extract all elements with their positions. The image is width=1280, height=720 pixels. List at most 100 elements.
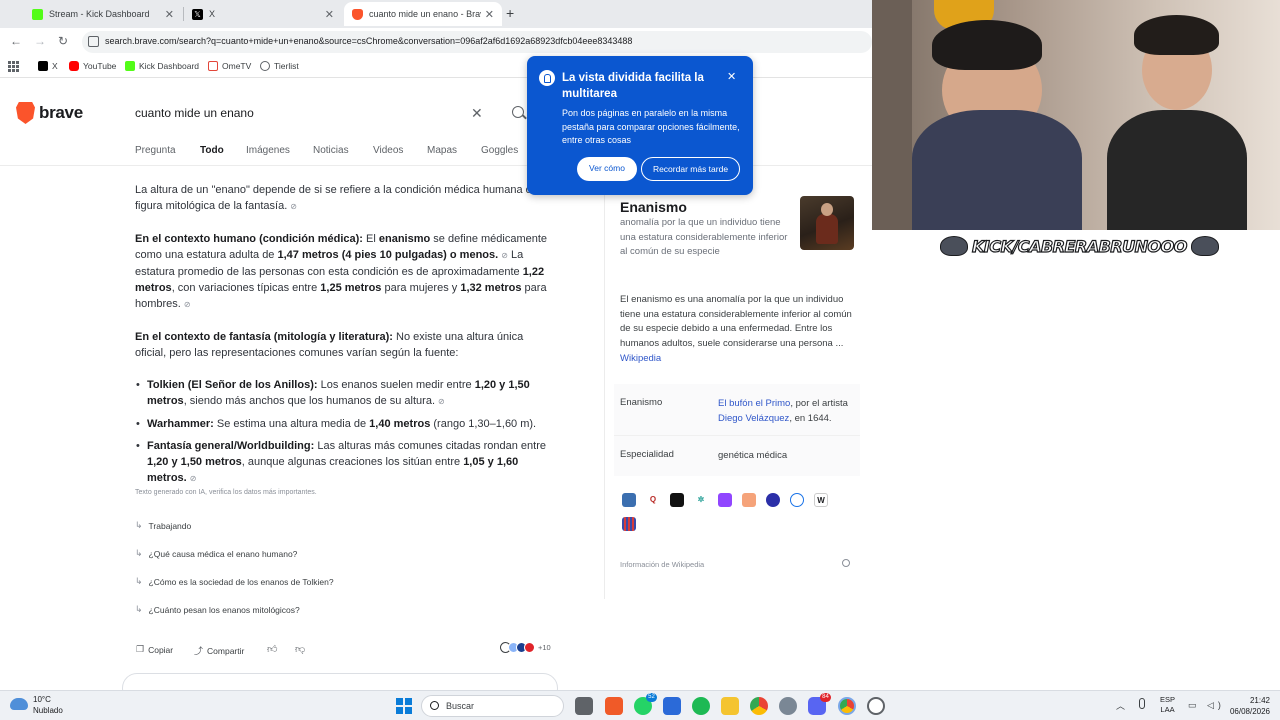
source-icon[interactable] — [622, 517, 636, 531]
task-view-icon[interactable] — [575, 697, 593, 715]
close-icon[interactable]: ✕ — [165, 8, 174, 21]
network-volume-icon[interactable]: ▭ ◁) — [1188, 700, 1225, 711]
forward-icon[interactable]: → — [34, 34, 46, 48]
close-icon[interactable]: ✕ — [727, 70, 736, 83]
source-icon[interactable] — [742, 493, 756, 507]
close-icon[interactable]: ✕ — [485, 8, 494, 21]
logo-text: brave — [39, 103, 83, 122]
ai-answer: La altura de un "enano" depende de si se… — [135, 182, 555, 493]
tab-noticias[interactable]: Noticias — [313, 145, 349, 156]
bookmark-ometv[interactable]: OmeTV — [208, 61, 251, 71]
fact-text: , en 1644. — [789, 412, 832, 424]
clock[interactable]: 21:42 06/08/2026 — [1226, 695, 1270, 717]
file-explorer-icon[interactable] — [721, 697, 739, 715]
spotify-icon[interactable] — [692, 697, 710, 715]
bookmark-youtube[interactable]: YouTube — [69, 61, 116, 71]
link-icon[interactable]: ⊘ — [184, 300, 191, 309]
link-icon[interactable]: ⊘ — [501, 251, 508, 260]
copy-label: Copiar — [148, 644, 174, 655]
remind-later-button[interactable]: Recordar más tarde — [641, 157, 740, 181]
discord-icon[interactable]: 84 — [808, 693, 831, 715]
see-how-button[interactable]: Ver cómo — [577, 157, 637, 181]
source-icon[interactable] — [670, 493, 684, 507]
store-icon[interactable] — [663, 697, 681, 715]
thumbs-up-icon[interactable]: 👍︎ — [267, 643, 277, 655]
tab-goggles[interactable]: Goggles — [481, 145, 518, 156]
apps-icon[interactable] — [8, 61, 19, 72]
tab-pregunta[interactable]: Pregunta — [135, 145, 176, 156]
cloud-icon[interactable] — [10, 698, 28, 710]
wikipedia-link[interactable]: Wikipedia — [620, 353, 661, 364]
source-icon[interactable] — [622, 493, 636, 507]
chrome-profile-icon[interactable] — [838, 697, 856, 715]
link-icon[interactable]: ⊘ — [190, 474, 197, 483]
channel-tag: KICK/CABRERABRUNOOO — [940, 236, 1219, 256]
brave-logo[interactable]: brave — [16, 102, 83, 124]
wikipedia-icon[interactable]: W — [814, 493, 828, 507]
bookmark-kick-dashboard[interactable]: Kick Dashboard — [125, 61, 199, 71]
weather-condition[interactable]: Nublado — [33, 706, 63, 715]
chrome-icon[interactable] — [750, 697, 768, 715]
tab-kick-dashboard[interactable]: Stream - Kick Dashboard ✕ — [24, 2, 182, 26]
link-icon[interactable]: ⊘ — [438, 397, 445, 406]
tab-brave-search[interactable]: cuanto mide un enano - Brave ✕ — [344, 2, 502, 26]
fact-row: Especialidad genética médica — [614, 436, 860, 476]
whatsapp-icon[interactable]: 52 — [634, 693, 657, 715]
search-icon[interactable] — [512, 106, 524, 118]
source-icon[interactable] — [766, 493, 780, 507]
bookmark-x[interactable]: X — [38, 61, 58, 71]
weather-temperature[interactable]: 10°C — [33, 695, 51, 704]
artist-link[interactable]: Diego Velázquez — [718, 413, 789, 424]
app-icon[interactable] — [605, 697, 623, 715]
return-arrow-icon: ↳ — [135, 548, 143, 558]
copy-button[interactable]: ❐ Copiar — [136, 644, 173, 655]
sources-button[interactable]: +10 — [500, 642, 551, 653]
tab-label: cuanto mide un enano - Brave — [369, 9, 481, 19]
back-icon[interactable]: ← — [10, 34, 22, 48]
quora-icon[interactable]: Q — [646, 493, 660, 507]
clear-search-icon[interactable]: ✕ — [471, 105, 483, 122]
microphone-icon[interactable] — [1139, 698, 1145, 709]
tab-imagenes[interactable]: Imágenes — [246, 145, 290, 156]
keyboard-layout: LAA — [1160, 705, 1175, 714]
followup-question[interactable]: ↳ ¿Qué causa médica el enano humano? — [135, 548, 297, 559]
fact-label: Enanismo — [620, 397, 663, 408]
taskbar-search[interactable]: Buscar — [421, 695, 564, 717]
followup-question[interactable]: ↳ ¿Cómo es la sociedad de los enanos de … — [135, 576, 334, 587]
share-button[interactable]: ⤴ Compartir — [194, 644, 244, 657]
answer-value: 1,25 metros — [320, 282, 382, 294]
url-text[interactable]: search.brave.com/search?q=cuanto+mide+un… — [105, 36, 632, 46]
app-icon[interactable] — [867, 697, 885, 715]
close-icon[interactable]: ✕ — [325, 8, 334, 21]
link-icon[interactable]: ⊘ — [290, 202, 297, 211]
browser-toolbar: ← → ↻ search.brave.com/search?q=cuanto+m… — [0, 28, 872, 56]
chevron-up-icon[interactable]: ︿ — [1116, 699, 1125, 712]
answer-value: 1,20 y 1,50 metros — [147, 456, 242, 468]
answer-text: Se estima una altura media de — [216, 418, 367, 430]
painting-link[interactable]: El bufón el Primo — [718, 398, 790, 409]
start-button[interactable] — [396, 698, 412, 714]
input-language[interactable]: ESP LAA — [1160, 695, 1175, 715]
address-bar[interactable]: search.brave.com/search?q=cuanto+mide+un… — [82, 31, 872, 53]
feedback-icon[interactable] — [842, 559, 850, 567]
knowledge-panel-image[interactable] — [800, 196, 854, 250]
settings-icon[interactable] — [779, 697, 797, 715]
thumbs-down-icon[interactable]: 👎︎ — [295, 643, 305, 655]
tab-videos[interactable]: Videos — [373, 145, 403, 156]
search-input[interactable] — [135, 106, 455, 120]
tab-mapas[interactable]: Mapas — [427, 145, 457, 156]
webcam-feed — [872, 0, 1280, 230]
reload-icon[interactable]: ↻ — [58, 34, 68, 48]
source-icon[interactable]: ✲ — [694, 493, 708, 507]
site-info-icon[interactable] — [88, 36, 99, 47]
followup-question[interactable]: ↳ ¿Cuánto pesan los enanos mitológicos? — [135, 604, 300, 615]
tab-todo[interactable]: Todo — [200, 145, 224, 156]
answer-human-paragraph: En el contexto humano (condición médica)… — [135, 231, 555, 313]
tab-x[interactable]: 𝕏 X ✕ — [184, 2, 342, 26]
fact-value: El bufón el Primo, por el artista Diego … — [718, 397, 860, 426]
new-tab-icon[interactable]: + — [506, 5, 514, 21]
source-icon[interactable] — [790, 493, 804, 507]
twitch-icon[interactable] — [718, 493, 732, 507]
followup-input[interactable] — [122, 673, 558, 690]
bookmark-tierlist[interactable]: Tierlist — [260, 61, 299, 71]
